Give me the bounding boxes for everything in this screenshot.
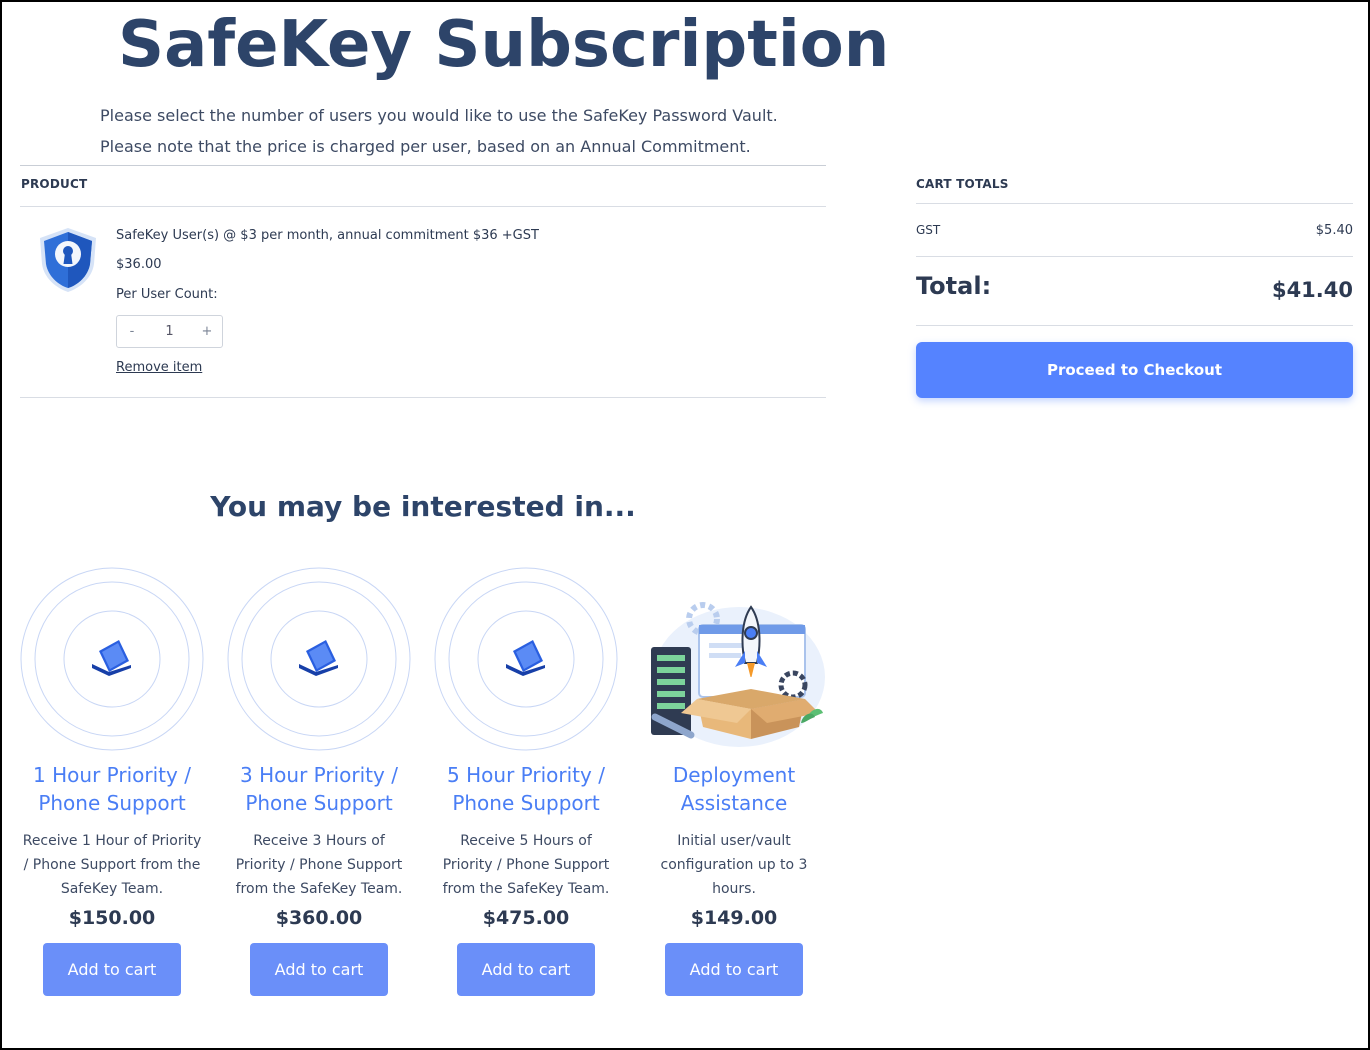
rocket-box-illustration	[651, 602, 825, 747]
divider	[916, 256, 1353, 257]
laptop-icon	[20, 567, 204, 751]
total-value: $41.40	[1271, 278, 1353, 302]
product-card: 3 Hour Priority / Phone Support Receive …	[226, 567, 412, 1017]
product-image[interactable]	[641, 567, 827, 751]
gst-label: GST	[916, 223, 941, 237]
quantity-input[interactable]: 1	[147, 324, 192, 339]
product-card: 5 Hour Priority / Phone Support Receive …	[433, 567, 619, 1017]
divider	[916, 325, 1353, 326]
product-column-header: PRODUCT	[21, 177, 88, 191]
gst-value: $5.40	[1315, 223, 1353, 238]
divider	[20, 165, 826, 166]
product-description: Receive 1 Hour of Priority / Phone Suppo…	[22, 833, 202, 897]
divider	[20, 397, 826, 398]
total-label: Total:	[916, 272, 992, 300]
intro-text-pricing: Please note that the price is charged pe…	[100, 137, 751, 156]
cart-item-price: $36.00	[116, 257, 162, 272]
product-image[interactable]	[226, 567, 412, 751]
increase-quantity-button[interactable]: +	[192, 324, 222, 339]
shield-keyhole-icon	[40, 228, 96, 292]
product-price: $149.00	[690, 907, 778, 929]
divider	[20, 206, 826, 207]
page-title: SafeKey Subscription	[118, 8, 890, 82]
add-to-cart-button[interactable]: Add to cart	[250, 943, 388, 996]
cart-item-name: SafeKey User(s) @ $3 per month, annual c…	[116, 228, 539, 243]
cart-totals-header: CART TOTALS	[916, 177, 1009, 191]
product-card: 1 Hour Priority / Phone Support Receive …	[19, 567, 205, 1017]
add-to-cart-button[interactable]: Add to cart	[43, 943, 181, 996]
add-to-cart-button[interactable]: Add to cart	[665, 943, 803, 996]
product-title-link[interactable]: Deployment Assistance	[641, 761, 827, 817]
decrease-quantity-button[interactable]: -	[117, 324, 147, 339]
product-image[interactable]	[19, 567, 205, 751]
intro-text-users: Please select the number of users you wo…	[100, 106, 778, 125]
product-price: $150.00	[68, 907, 156, 929]
laptop-icon	[227, 567, 411, 751]
product-title-link[interactable]: 5 Hour Priority / Phone Support	[433, 761, 619, 817]
product-image[interactable]	[433, 567, 619, 751]
product-title-link[interactable]: 3 Hour Priority / Phone Support	[226, 761, 412, 817]
upsell-heading: You may be interested in...	[210, 490, 636, 523]
product-price: $360.00	[275, 907, 363, 929]
remove-item-link[interactable]: Remove item	[116, 360, 202, 375]
product-description: Receive 5 Hours of Priority / Phone Supp…	[442, 833, 610, 897]
user-count-label: Per User Count:	[116, 287, 218, 302]
product-title-link[interactable]: 1 Hour Priority / Phone Support	[19, 761, 205, 817]
product-description: Initial user/vault configuration up to 3…	[660, 833, 808, 897]
quantity-stepper: - 1 +	[116, 315, 223, 348]
add-to-cart-button[interactable]: Add to cart	[457, 943, 595, 996]
divider	[916, 203, 1353, 204]
laptop-icon	[434, 567, 618, 751]
proceed-to-checkout-button[interactable]: Proceed to Checkout	[916, 342, 1353, 398]
product-description: Receive 3 Hours of Priority / Phone Supp…	[235, 833, 403, 897]
product-price: $475.00	[482, 907, 570, 929]
product-card: Deployment Assistance Initial user/vault…	[641, 567, 827, 1017]
